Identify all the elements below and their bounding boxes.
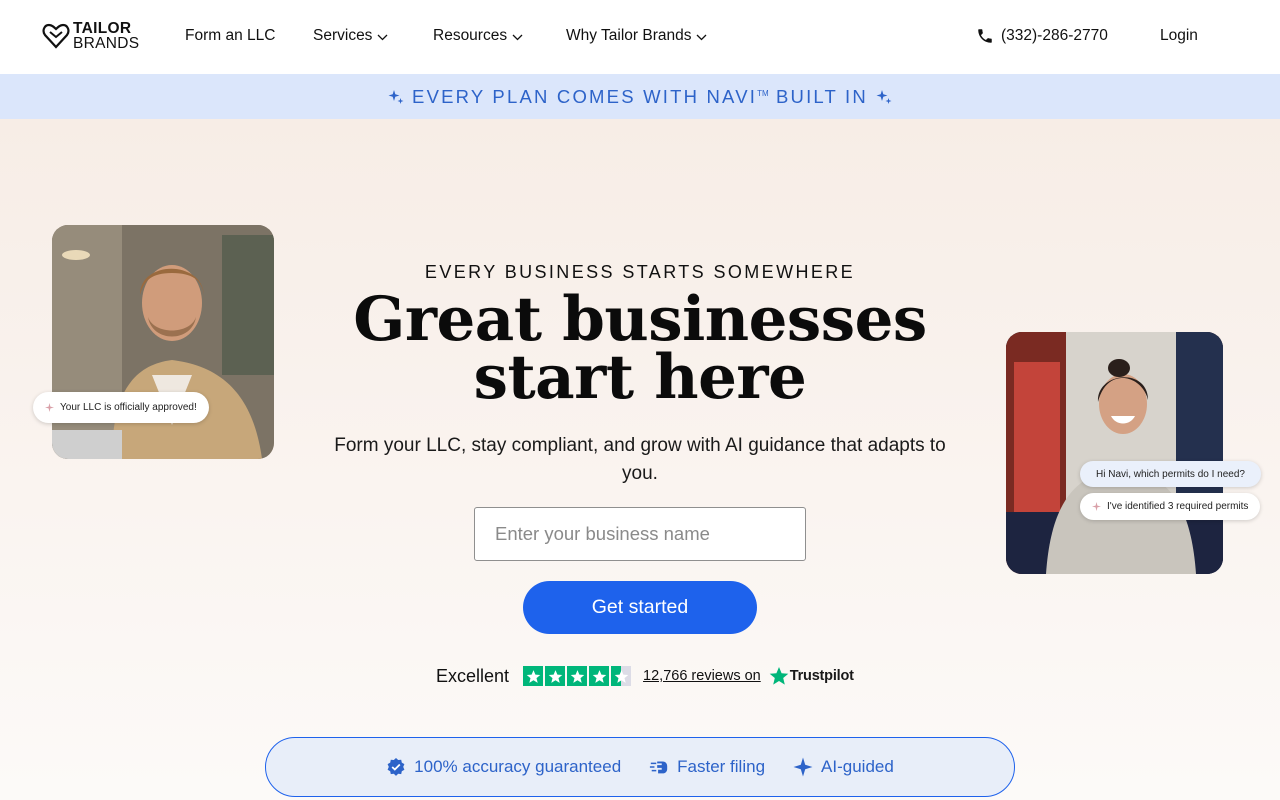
nav-resources-label: Resources	[433, 27, 508, 44]
ai-guided-label: AI-guided	[821, 757, 894, 776]
logo-text-line1: TAILOR	[73, 20, 132, 37]
tailor-brands-logo[interactable]: TAILOR BRANDS	[42, 21, 139, 51]
sparkle-icon	[793, 757, 813, 777]
nav-why-tailor-brands-label: Why Tailor Brands	[566, 27, 692, 44]
star-icon	[523, 666, 544, 686]
phone-number: (332)-286-2770	[1001, 27, 1108, 44]
nav-form-llc[interactable]: Form an LLC	[185, 27, 275, 45]
trustpilot-rating[interactable]: Excellent 12,766 reviews on Trustpilot	[436, 664, 854, 688]
half-star-icon	[611, 666, 632, 686]
banner-text-main: EVERY PLAN COMES WITH NAVI	[412, 85, 758, 107]
trustpilot-star-icon	[769, 667, 789, 685]
chevron-down-icon	[377, 34, 388, 41]
accuracy-badge: 100% accuracy guaranteed	[386, 757, 621, 777]
hero-eyebrow: EVERY BUSINESS STARTS SOMEWHERE	[424, 262, 856, 282]
heart-shield-logo-icon	[42, 23, 70, 49]
banner-text: EVERY PLAN COMES WITH NAVITM BUILT IN	[412, 86, 868, 108]
phone-link[interactable]: (332)-286-2770	[976, 27, 1108, 45]
top-navbar: TAILOR BRANDS Form an LLC Services Resou…	[0, 0, 1280, 74]
ai-guided-badge: AI-guided	[793, 757, 894, 777]
login-link[interactable]: Login	[1160, 27, 1198, 45]
navi-promo-banner[interactable]: EVERY PLAN COMES WITH NAVITM BUILT IN	[0, 74, 1280, 119]
chevron-down-icon	[697, 34, 707, 41]
nav-form-llc-label: Form an LLC	[185, 27, 276, 44]
chevron-down-icon	[512, 34, 523, 41]
trust-badges-bar: 100% accuracy guaranteed Faster filing A…	[265, 737, 1015, 797]
sparkle-icon	[1092, 502, 1101, 511]
fast-hand-icon	[650, 761, 668, 774]
nav-services-label: Services	[313, 27, 373, 44]
star-icon	[589, 666, 610, 686]
nav-why-tailor-brands[interactable]: Why Tailor Brands	[566, 27, 707, 45]
hero-subhead: Form your LLC, stay compliant, and grow …	[334, 435, 946, 484]
logo-text-line2: BRANDS	[73, 35, 140, 52]
navi-answer-bubble: I've identified 3 required permits	[1080, 493, 1261, 520]
reviews-count-link[interactable]: 12,766 reviews on	[643, 668, 761, 684]
rating-stars	[523, 666, 632, 686]
sparkle-icon	[388, 89, 404, 104]
hero-section: Your LLC is officially approved! Hi Navi…	[0, 119, 1280, 800]
sparkle-icon	[876, 89, 892, 104]
rating-label: Excellent	[436, 665, 510, 686]
trustpilot-name: Trustpilot	[789, 668, 854, 684]
trademark: TM	[757, 88, 769, 98]
star-icon	[545, 666, 566, 686]
accuracy-badge-label: 100% accuracy guaranteed	[414, 757, 622, 776]
trustpilot-logo: Trustpilot	[769, 666, 854, 686]
business-name-input[interactable]	[474, 507, 806, 561]
hero-headline: Great businesses start here	[0, 289, 1280, 408]
phone-icon	[978, 29, 992, 43]
navi-answer-text: I've identified 3 required permits	[1107, 501, 1249, 512]
star-icon	[567, 666, 588, 686]
faster-filing-label: Faster filing	[677, 757, 766, 776]
nav-resources[interactable]: Resources	[433, 27, 523, 45]
navi-question-text: Hi Navi, which permits do I need?	[1096, 468, 1245, 480]
faster-filing-badge: Faster filing	[649, 757, 765, 777]
headline-line-2: start here	[473, 342, 807, 413]
get-started-button[interactable]: Get started	[523, 581, 757, 634]
verified-check-icon	[387, 758, 405, 776]
nav-services[interactable]: Services	[313, 27, 388, 45]
navi-question-bubble: Hi Navi, which permits do I need?	[1080, 461, 1261, 487]
banner-text-after: BUILT IN	[768, 85, 868, 107]
